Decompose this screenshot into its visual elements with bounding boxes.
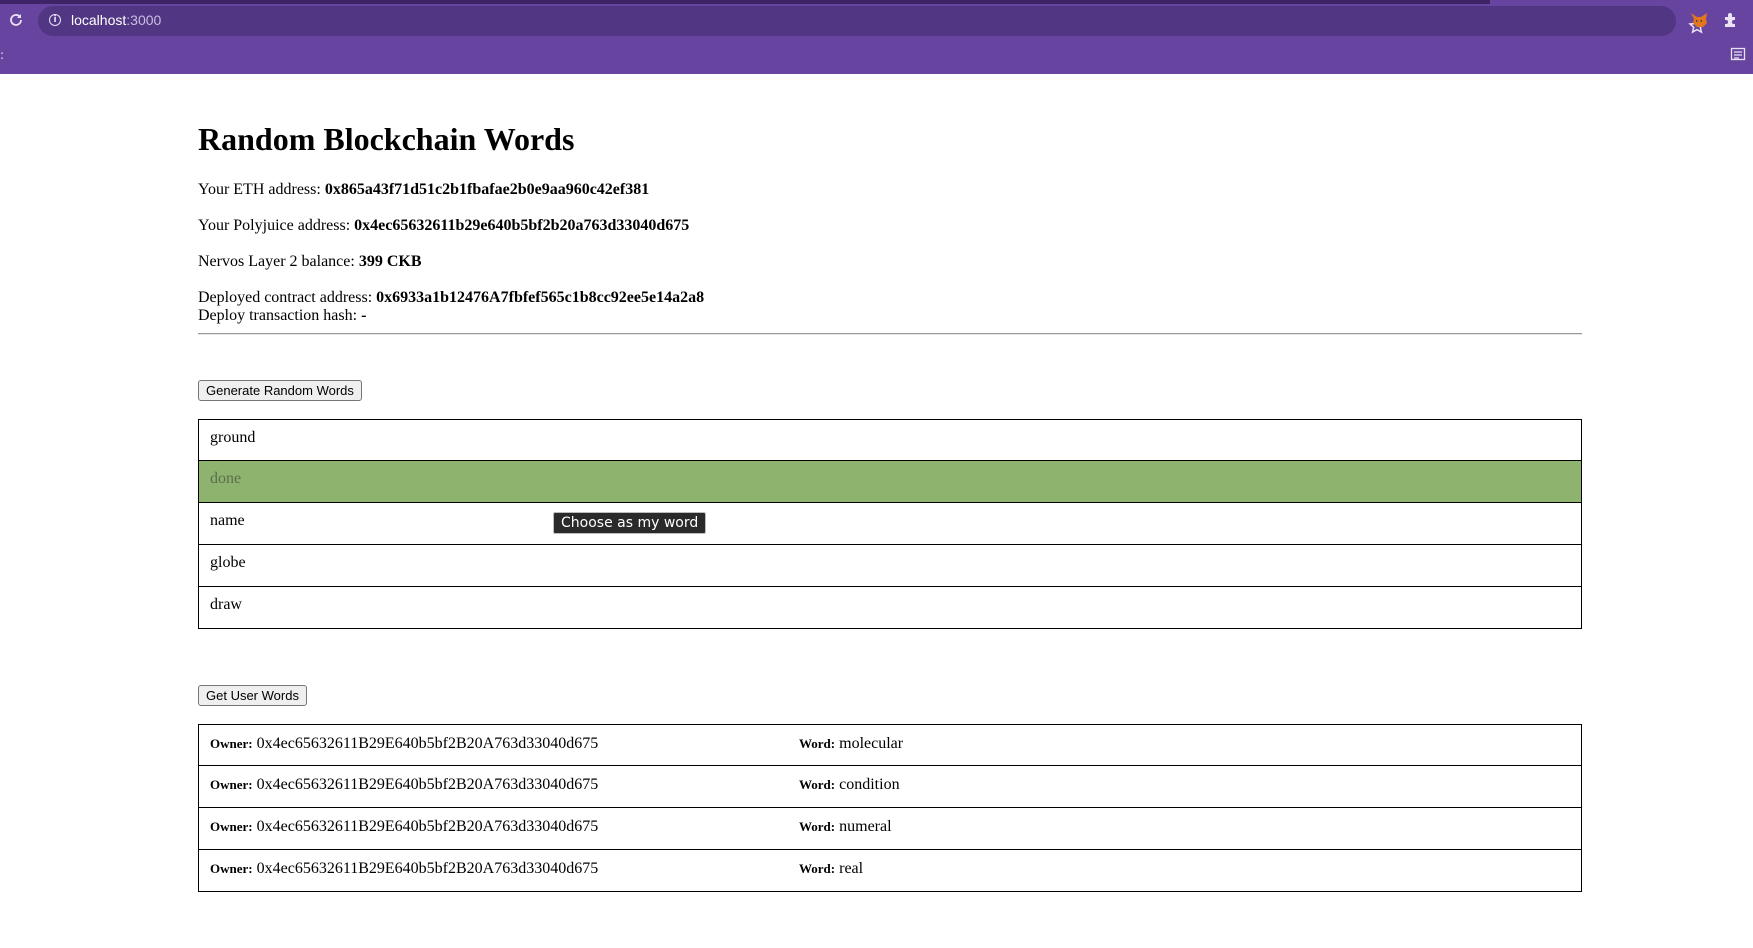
user-word-row: Owner: 0x4ec65632611B29E640b5bf2B20A763d… [198,849,1582,892]
word-label: Word: [799,777,836,792]
left-edge-glyph: : [0,48,5,62]
generate-random-words-button[interactable]: Generate Random Words [198,380,362,401]
polyjuice-address-value: 0x4ec65632611b29e640b5bf2b20a763d33040d6… [354,217,690,234]
word-row[interactable]: draw [198,586,1582,629]
address-bar[interactable]: i localhost:3000 [38,6,1706,36]
get-user-words-button[interactable]: Get User Words [198,685,307,706]
word-cell: Word: molecular [799,735,903,753]
word-row[interactable]: name [198,502,1582,545]
owner-cell: Owner: 0x4ec65632611B29E640b5bf2B20A763d… [210,776,598,794]
deploy-tx-line: Deploy transaction hash: - [198,307,366,325]
word-text: globe [210,554,246,571]
word-cell: Word: numeral [799,818,892,836]
word-text: draw [210,596,242,613]
word-cell: Word: real [799,860,863,878]
word-label: Word: [799,861,836,876]
word-row-selected[interactable]: done [198,460,1582,503]
balance-label: Nervos Layer 2 balance: [198,253,359,270]
balance-line: Nervos Layer 2 balance: 399 CKB [198,253,421,271]
balance-value: 399 CKB [358,253,422,270]
page-title: Random Blockchain Words [198,121,575,157]
owner-label: Owner: [210,777,253,792]
owner-label: Owner: [210,861,253,876]
reload-icon[interactable] [8,12,24,28]
polyjuice-address-label: Your Polyjuice address: [198,217,355,234]
owner-label: Owner: [210,819,253,834]
word-value: condition [839,776,900,793]
word-value: numeral [839,818,892,835]
eth-address-line: Your ETH address: 0x865a43f71d51c2b1fbaf… [198,181,649,199]
choose-word-tooltip: Choose as my word [553,512,707,534]
metamask-fox-icon[interactable] [1689,11,1709,29]
word-text: ground [210,429,256,446]
contract-address-line: Deployed contract address: 0x6933a1b1247… [198,289,704,307]
polyjuice-address-line: Your Polyjuice address: 0x4ec65632611b29… [198,217,689,235]
word-row[interactable]: ground [198,419,1582,461]
random-word-list: ground done name globe draw [198,419,1582,629]
reading-list-icon[interactable] [1730,46,1746,62]
deploy-tx-label: Deploy transaction hash: [198,307,362,324]
user-word-row: Owner: 0x4ec65632611B29E640b5bf2B20A763d… [198,765,1582,808]
owner-value: 0x4ec65632611B29E640b5bf2B20A763d33040d6… [256,776,599,793]
word-label: Word: [799,819,836,834]
word-cell: Word: condition [799,776,900,794]
word-value: molecular [839,735,904,752]
info-icon[interactable]: i [49,14,61,26]
word-text: done [210,470,242,487]
deploy-tx-value: - [361,307,367,324]
word-label: Word: [799,736,836,751]
owner-label: Owner: [210,736,253,751]
tab-strip [0,0,1490,4]
divider [198,333,1582,335]
contract-address-value: 0x6933a1b12476A7fbfef565c1b8cc92ee5e14a2… [376,289,705,306]
user-word-list: Owner: 0x4ec65632611B29E640b5bf2B20A763d… [198,724,1582,892]
owner-value: 0x4ec65632611B29E640b5bf2B20A763d33040d6… [256,735,599,752]
eth-address-value: 0x865a43f71d51c2b1fbafae2b0e9aa960c42ef3… [324,181,650,198]
owner-value: 0x4ec65632611B29E640b5bf2B20A763d33040d6… [256,860,599,877]
user-word-row: Owner: 0x4ec65632611B29E640b5bf2B20A763d… [198,807,1582,850]
browser-chrome: i localhost:3000 : [0,0,1753,74]
word-text: name [210,512,245,529]
user-word-row: Owner: 0x4ec65632611B29E640b5bf2B20A763d… [198,724,1582,766]
word-value: real [839,860,864,877]
word-row[interactable]: globe [198,544,1582,587]
owner-cell: Owner: 0x4ec65632611B29E640b5bf2B20A763d… [210,860,598,878]
owner-cell: Owner: 0x4ec65632611B29E640b5bf2B20A763d… [210,735,598,753]
contract-address-label: Deployed contract address: [198,289,377,306]
owner-cell: Owner: 0x4ec65632611B29E640b5bf2B20A763d… [210,818,598,836]
owner-value: 0x4ec65632611B29E640b5bf2B20A763d33040d6… [256,818,599,835]
url-text[interactable]: localhost:3000 [71,12,161,28]
extensions-puzzle-icon[interactable] [1722,11,1740,29]
eth-address-label: Your ETH address: [198,181,325,198]
